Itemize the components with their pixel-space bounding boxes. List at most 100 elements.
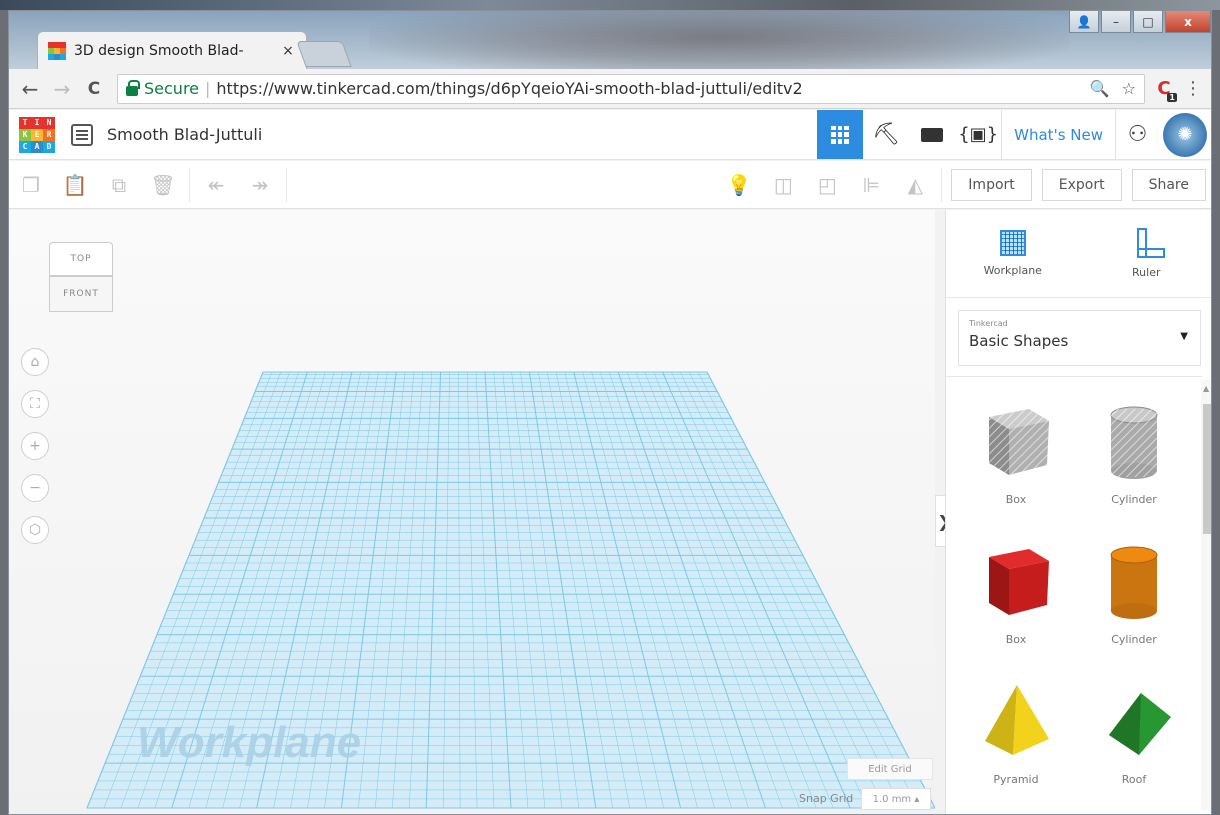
design-title[interactable]: Smooth Blad-Juttuli <box>107 125 262 144</box>
redo-icon[interactable]: ↠ <box>238 163 282 207</box>
shape-box-hole[interactable]: Box <box>956 395 1076 535</box>
workplane-icon <box>999 230 1026 256</box>
edit-toolbar: ❐ 📋 ⧉ 🗑 ↞ ↠ 💡 ◫ ◰ ⊫ ◭ Import Export Shar… <box>9 161 1211 209</box>
view-cube[interactable]: TOP FRONT <box>49 242 113 314</box>
export-button[interactable]: Export <box>1041 168 1122 201</box>
window-controls: 👤 – □ x <box>1069 11 1211 33</box>
shape-cylinder[interactable]: Cylinder <box>1074 535 1194 675</box>
mirror-icon[interactable]: ◭ <box>893 163 937 207</box>
copy-icon[interactable]: ❐ <box>9 163 53 207</box>
snap-grid-label: Snap Grid <box>799 792 854 805</box>
close-tab-icon[interactable]: × <box>280 43 296 59</box>
shape-box[interactable]: Box <box>956 535 1076 675</box>
undo-icon[interactable]: ↞ <box>194 163 238 207</box>
scroll-up-icon[interactable]: ▲ <box>1203 384 1209 393</box>
box-hole-icon <box>989 409 1049 475</box>
whats-new-link[interactable]: What's New <box>1001 110 1115 159</box>
workplane-watermark: Workplane <box>137 718 362 767</box>
forward-button[interactable]: → <box>49 76 75 102</box>
paste-icon[interactable]: 📋 <box>53 163 97 207</box>
extension-badge: 1 <box>1167 92 1177 102</box>
browser-tab[interactable]: 3D design Smooth Blad- × <box>37 31 307 69</box>
lightbulb-icon[interactable]: 💡 <box>717 163 761 207</box>
close-window-button[interactable]: x <box>1165 11 1211 33</box>
import-button[interactable]: Import <box>951 168 1032 201</box>
extension-icon[interactable]: C1 <box>1151 76 1177 102</box>
ruler-tool[interactable]: Ruler <box>1080 210 1212 297</box>
zoom-out-icon[interactable]: − <box>21 474 49 502</box>
tinkercad-logo[interactable]: TINKERCAD <box>19 116 55 153</box>
workplane-tool[interactable]: Workplane <box>946 210 1080 297</box>
fit-view-icon[interactable]: ⛶ <box>21 390 49 418</box>
shape-label: Box <box>1005 493 1027 506</box>
3d-view-button[interactable] <box>817 110 864 159</box>
add-user-button[interactable]: ⚇ <box>1115 110 1159 159</box>
code-icon: {▣} <box>958 124 999 145</box>
url-text[interactable]: https://www.tinkercad.com/things/d6pYqei… <box>216 79 802 98</box>
browser-window: 3D design Smooth Blad- × 👤 – □ x ← → C S… <box>8 10 1212 815</box>
align-icon[interactable]: ⊫ <box>849 163 893 207</box>
blocks-button[interactable]: ⛏ <box>863 110 909 159</box>
address-bar[interactable]: Secure | https://www.tinkercad.com/thing… <box>117 73 1145 104</box>
ruler-icon <box>1133 228 1166 258</box>
back-button[interactable]: ← <box>17 76 43 102</box>
secure-label: Secure <box>144 79 200 98</box>
shape-cylinder-hole[interactable]: Cylinder <box>1074 395 1194 535</box>
library-source: Tinkercad <box>969 319 1008 328</box>
avatar[interactable]: ✺ <box>1163 112 1207 157</box>
bricks-button[interactable] <box>909 110 955 159</box>
cylinder-hole-icon <box>1110 406 1158 479</box>
maximize-button[interactable]: □ <box>1133 11 1163 33</box>
ruler-tool-label: Ruler <box>1132 266 1161 279</box>
new-tab-button[interactable] <box>296 41 352 67</box>
share-button[interactable]: Share <box>1131 168 1206 201</box>
add-user-icon: ⚇ <box>1127 122 1148 147</box>
zoom-in-icon[interactable]: + <box>21 432 49 460</box>
perspective-icon[interactable]: ⬡ <box>21 516 49 544</box>
browser-menu-icon[interactable]: ⋮ <box>1183 78 1203 99</box>
zoom-icon[interactable]: 🔍 <box>1090 79 1110 98</box>
shape-pyramid[interactable]: Pyramid <box>956 675 1076 814</box>
pyramid-icon <box>985 685 1049 755</box>
edit-grid-button[interactable]: Edit Grid <box>847 758 933 780</box>
bookmark-star-icon[interactable]: ☆ <box>1122 79 1136 98</box>
shapes-scrollbar[interactable]: ▲ <box>1201 380 1211 810</box>
brick-icon <box>921 127 944 142</box>
cylinder-icon <box>1110 546 1158 619</box>
viewcube-front[interactable]: FRONT <box>49 276 113 312</box>
group-icon[interactable]: ◫ <box>761 163 805 207</box>
lock-icon <box>126 79 140 96</box>
scrollbar-thumb[interactable] <box>1203 404 1211 534</box>
caret-down-icon: ▼ <box>1180 331 1188 342</box>
snap-grid-select[interactable]: 1.0 mm ▴ <box>861 788 931 810</box>
shape-label: Roof <box>1121 773 1147 786</box>
shape-grid: Box Cylinder Box Cylinder Pyramid Roof <box>946 376 1202 814</box>
duplicate-icon[interactable]: ⧉ <box>97 163 141 207</box>
tinkercad-favicon <box>48 41 66 60</box>
pickaxe-icon: ⛏ <box>872 122 901 147</box>
viewcube-top[interactable]: TOP <box>49 242 113 276</box>
shape-roof[interactable]: Roof <box>1074 675 1194 814</box>
shape-library-dropdown[interactable]: Tinkercad Basic Shapes ▼ <box>958 310 1201 366</box>
codeblocks-button[interactable]: {▣} <box>955 110 1001 159</box>
url-separator: | <box>205 79 211 98</box>
home-view-icon[interactable]: ⌂ <box>21 348 49 376</box>
tab-title: 3D design Smooth Blad- <box>74 42 244 59</box>
minimize-button[interactable]: – <box>1101 11 1131 33</box>
library-name: Basic Shapes <box>969 332 1069 350</box>
shapes-panel: Workplane Ruler Tinkercad Basic Shapes ▼… <box>945 210 1212 814</box>
roof-icon <box>1109 693 1171 755</box>
box-icon <box>989 549 1049 615</box>
3d-viewport[interactable]: TOP FRONT ⌂ ⛶ + − ⬡ Workplane Edit Grid … <box>9 210 935 814</box>
shape-label: Box <box>1005 633 1027 646</box>
desktop-background <box>0 0 1220 10</box>
profile-icon[interactable]: 👤 <box>1069 11 1099 33</box>
ungroup-icon[interactable]: ◰ <box>805 163 849 207</box>
delete-icon[interactable]: 🗑 <box>141 163 185 207</box>
browser-toolbar: ← → C Secure | https://www.tinkercad.com… <box>9 69 1211 109</box>
shape-label: Cylinder <box>1111 493 1157 506</box>
app-header: TINKERCAD Smooth Blad-Juttuli ⛏ {▣} What… <box>9 110 1211 160</box>
workplane-tool-label: Workplane <box>983 264 1042 277</box>
design-list-icon[interactable] <box>71 123 93 146</box>
reload-button[interactable]: C <box>81 76 107 102</box>
